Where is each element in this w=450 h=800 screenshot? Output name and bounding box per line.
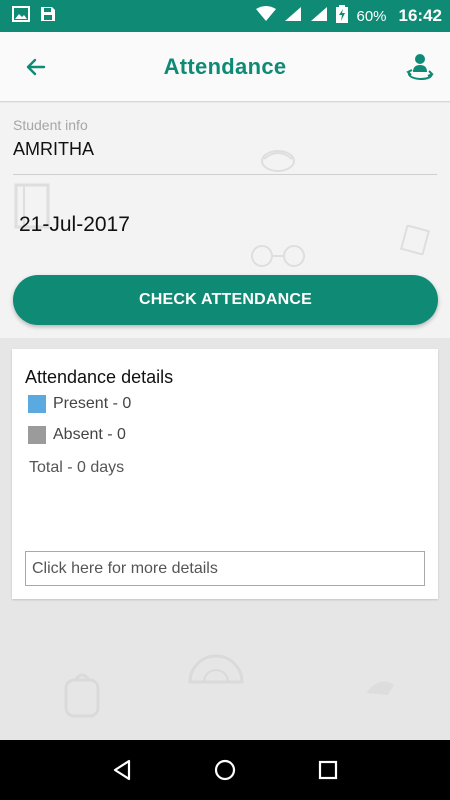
date-field[interactable]: 21-Jul-2017 (19, 213, 130, 237)
battery-percent: 60% (356, 7, 387, 25)
present-count: Present - 0 (53, 395, 132, 412)
status-bar: 60% 16:42 (0, 0, 450, 32)
image-icon (12, 5, 30, 27)
switch-user-icon (406, 53, 434, 80)
square-recents-icon (319, 760, 338, 780)
student-info-label: Student info (13, 117, 88, 133)
switch-user-button[interactable] (404, 51, 436, 83)
save-icon (40, 6, 56, 27)
student-form: Student info AMRITHA 21-Jul-2017 CHECK A… (0, 103, 450, 338)
total-days: Total - 0 days (29, 459, 125, 476)
attendance-details-card: Attendance details Present - 0 Absent - … (12, 349, 438, 599)
glasses-doodle-icon (251, 245, 305, 267)
navigation-bar (0, 740, 450, 800)
signal-icon (310, 6, 328, 27)
status-left-icons (12, 5, 56, 27)
status-right-icons: 60% 16:42 (256, 4, 442, 28)
app-bar: Attendance (0, 32, 450, 102)
protractor-doodle-icon (188, 654, 244, 684)
more-details-input[interactable] (25, 551, 425, 586)
cap-doodle-icon (261, 150, 295, 172)
present-swatch (28, 395, 46, 413)
wifi-icon (256, 5, 277, 27)
page-title: Attendance (163, 53, 287, 79)
circle-home-icon (214, 759, 236, 781)
back-button[interactable] (20, 51, 52, 83)
card-title: Attendance details (25, 367, 174, 387)
absent-legend: Absent - 0 (28, 426, 126, 444)
arrow-left-icon (26, 58, 46, 75)
calculator-doodle-icon (400, 225, 430, 255)
student-name[interactable]: AMRITHA (13, 139, 94, 160)
nav-home-button[interactable] (205, 750, 245, 790)
battery-charging-icon (336, 4, 349, 28)
check-attendance-button[interactable]: CHECK ATTENDANCE (13, 275, 438, 325)
divider (13, 174, 437, 175)
signal-icon (284, 6, 302, 27)
clock: 16:42 (398, 6, 442, 25)
triangle-back-icon (113, 759, 130, 781)
absent-swatch (28, 426, 46, 444)
nav-back-button[interactable] (102, 750, 142, 790)
backpack-doodle-icon (64, 673, 100, 718)
cap-doodle-icon (366, 681, 394, 695)
nav-recents-button[interactable] (308, 750, 348, 790)
absent-count: Absent - 0 (53, 426, 126, 443)
present-legend: Present - 0 (28, 395, 131, 413)
